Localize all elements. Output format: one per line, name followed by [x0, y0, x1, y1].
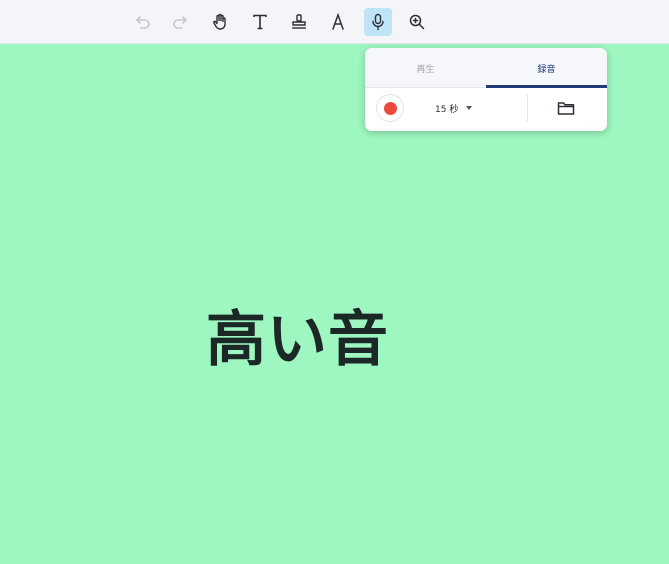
undo-icon — [135, 16, 150, 29]
zoom-in-icon — [409, 14, 425, 30]
text-tool-button[interactable] — [246, 8, 274, 36]
record-controls: 15 秒 — [365, 88, 607, 131]
tab-play[interactable]: 再生 — [365, 48, 486, 88]
hand-tool-button[interactable] — [206, 8, 234, 36]
redo-icon — [173, 16, 188, 29]
microphone-tool-button[interactable] — [364, 8, 392, 36]
redo-button[interactable] — [167, 8, 195, 36]
hand-icon — [213, 13, 226, 30]
stamp-tool-button[interactable] — [285, 8, 313, 36]
duration-select[interactable]: 15 秒 — [435, 100, 473, 116]
duration-value: 15 秒 — [435, 104, 459, 115]
record-icon — [383, 101, 397, 115]
record-button[interactable] — [376, 94, 404, 122]
stamp-icon — [292, 14, 306, 29]
canvas-text[interactable]: 高い音 — [206, 302, 389, 378]
divider — [527, 94, 528, 122]
font-icon — [332, 12, 344, 30]
toolbar — [0, 0, 669, 44]
text-icon — [253, 14, 267, 30]
audio-tabs: 再生 録音 — [365, 48, 607, 88]
microphone-icon — [372, 13, 384, 31]
open-folder-button[interactable] — [555, 98, 577, 118]
audio-popup: 再生 録音 15 秒 — [365, 48, 607, 131]
chevron-down-icon — [466, 106, 473, 110]
tab-record[interactable]: 録音 — [486, 48, 607, 88]
font-tool-button[interactable] — [324, 8, 352, 36]
folder-icon — [557, 102, 575, 115]
zoom-tool-button[interactable] — [403, 8, 431, 36]
undo-button[interactable] — [128, 8, 156, 36]
